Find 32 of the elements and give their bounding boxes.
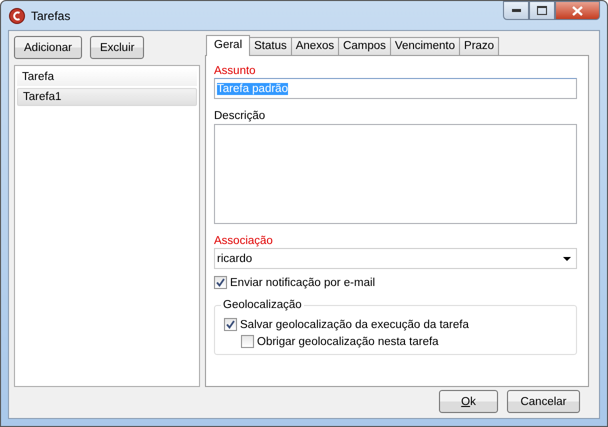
task-item[interactable]: Tarefa1 — [17, 88, 197, 106]
field-label: Assunto — [214, 64, 257, 78]
field-label: Descrição — [214, 109, 266, 123]
tab[interactable]: Prazo — [459, 37, 500, 55]
description-field[interactable] — [214, 124, 577, 224]
checkbox-label: Enviar notificação por e-mail — [230, 276, 376, 288]
checkbox[interactable] — [214, 276, 227, 289]
tab[interactable]: Vencimento — [390, 37, 460, 55]
toolbar-button[interactable]: Adicionar — [14, 36, 82, 59]
dialog-button[interactable]: Cancelar — [507, 390, 580, 413]
window-title: Tarefas — [31, 8, 72, 22]
checkbox[interactable] — [241, 335, 254, 348]
association-dropdown[interactable]: ricardo — [214, 248, 577, 269]
tab[interactable]: Geral — [206, 35, 250, 56]
checkbox-label: Salvar geolocalização da execução da tarefa — [240, 318, 469, 330]
toolbar-button[interactable]: Excluir — [90, 36, 144, 59]
checkbox[interactable] — [224, 318, 237, 331]
tab[interactable]: Anexos — [290, 37, 340, 55]
app-icon — [9, 8, 25, 24]
maximize-icon — [537, 6, 547, 15]
minimize-button[interactable] — [503, 1, 529, 20]
caret-icon — [563, 256, 571, 260]
close-button[interactable] — [555, 1, 600, 20]
tab[interactable]: Status — [249, 37, 292, 55]
tab[interactable]: Campos — [338, 37, 391, 55]
group-legend: Geolocalização — [221, 298, 304, 312]
field-label: Associação — [214, 234, 274, 248]
dialog-button[interactable]: Ok — [439, 390, 498, 413]
minimize-icon — [512, 9, 520, 12]
checkbox-label: Obrigar geolocalização nesta tarefa — [257, 336, 439, 348]
close-icon — [572, 6, 583, 16]
maximize-button[interactable] — [529, 1, 555, 20]
